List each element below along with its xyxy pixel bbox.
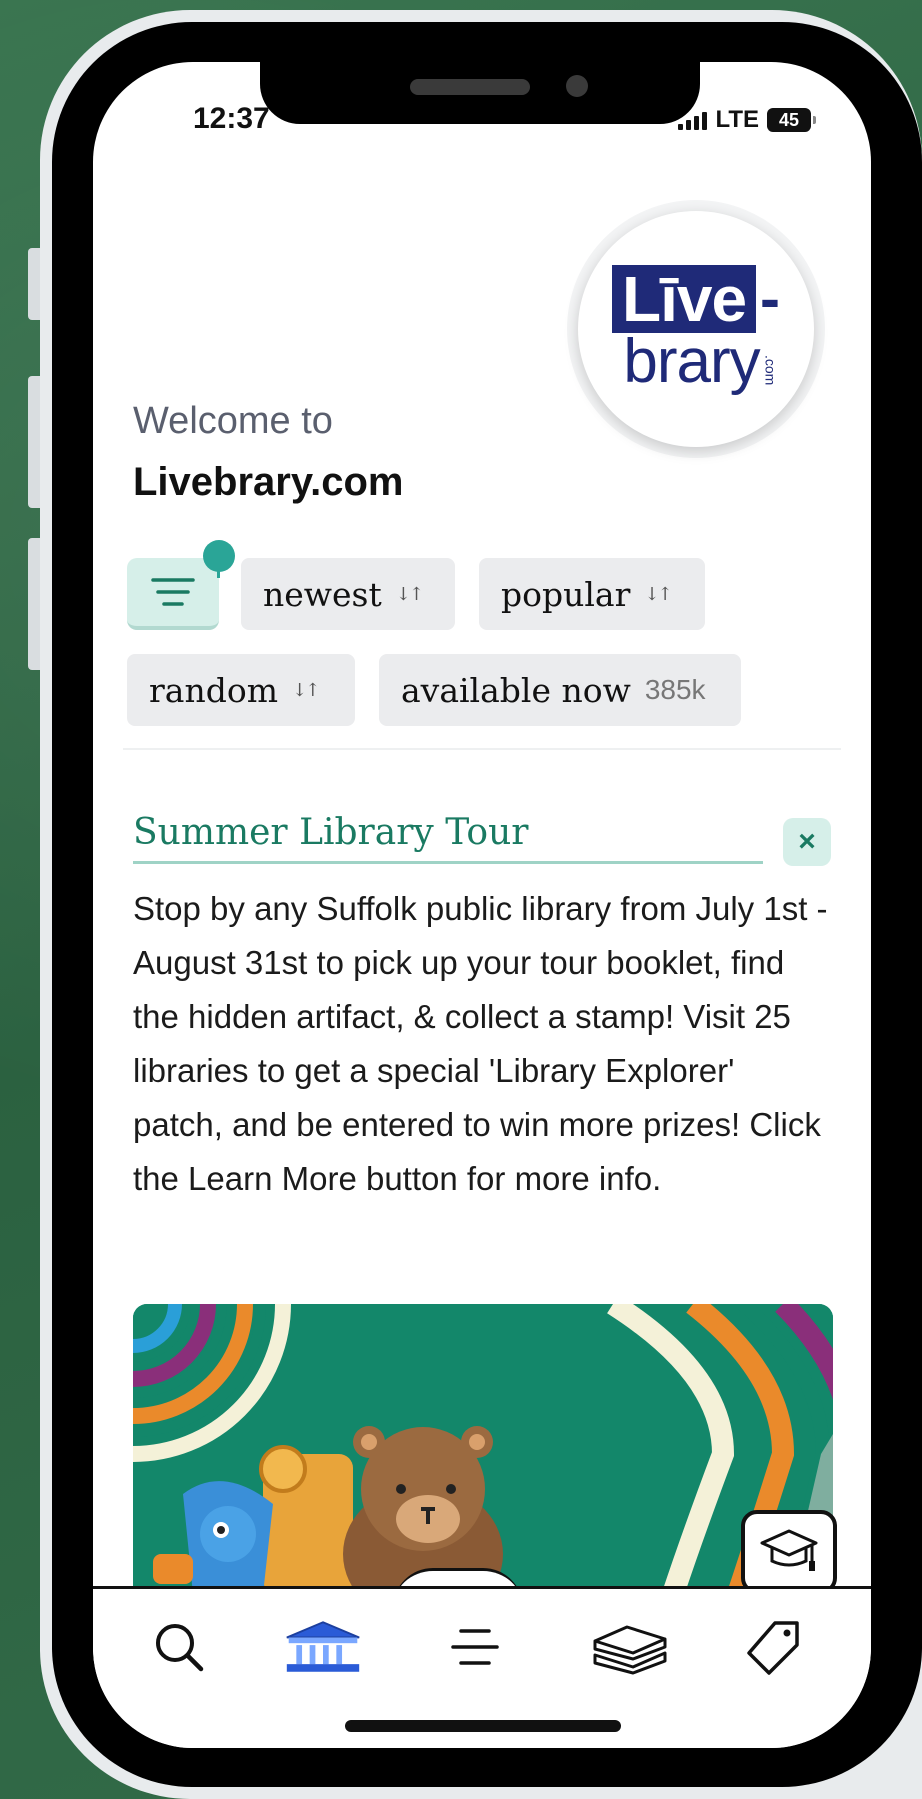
tag-icon	[747, 1621, 799, 1675]
sort-arrows-icon: ↓↑	[644, 583, 672, 605]
logo-live: Līve	[611, 265, 757, 333]
home-indicator[interactable]	[345, 1720, 621, 1732]
chip-newest[interactable]: newest ↓↑	[241, 558, 455, 630]
logo-com: .com	[762, 354, 779, 385]
site-name: Livebrary.com	[133, 460, 404, 504]
announcement-body: Stop by any Suffolk public library from …	[133, 890, 828, 1197]
phone-screen: 12:37 LTE 45 Līve - brary .com Welcome t…	[93, 62, 871, 1748]
notch	[260, 62, 700, 124]
signal-icon	[678, 110, 708, 130]
available-count: 385k	[644, 674, 706, 705]
logo-dash: -	[760, 265, 781, 332]
status-time: 12:37	[193, 102, 270, 135]
nav-library[interactable]	[283, 1612, 363, 1682]
chip-label: random	[149, 670, 278, 710]
menu-icon	[451, 1629, 499, 1665]
search-icon	[156, 1624, 204, 1672]
chip-label: popular	[501, 574, 631, 614]
divider	[123, 748, 841, 750]
books-stack-icon	[593, 1625, 667, 1675]
library-building-icon	[286, 1621, 360, 1672]
tutor-help-button[interactable]	[741, 1510, 837, 1594]
filter-lines-icon	[151, 578, 195, 606]
nav-search[interactable]	[139, 1612, 219, 1682]
welcome-text: Welcome to	[133, 400, 333, 442]
chip-popular[interactable]: popular ↓↑	[479, 558, 705, 630]
filter-button[interactable]	[127, 558, 219, 630]
banner-illustration	[133, 1304, 833, 1594]
chip-label: available now	[401, 670, 631, 710]
sort-arrows-icon: ↓↑	[395, 583, 424, 605]
close-announcement-button[interactable]: ×	[783, 818, 831, 866]
battery-icon: 45	[767, 108, 816, 132]
announcement-title: Summer Library Tour	[133, 812, 763, 864]
chip-available-now[interactable]: available now 385k	[379, 654, 741, 726]
nav-books[interactable]	[589, 1612, 669, 1682]
livebrary-logo: Līve - brary .com	[578, 211, 814, 447]
sort-arrows-icon: ↓↑	[292, 679, 320, 701]
chip-label: newest	[263, 574, 382, 614]
camera	[566, 75, 588, 97]
network-type: LTE	[715, 106, 759, 133]
logo-brary: brary	[623, 327, 760, 396]
logo-badge[interactable]: Līve - brary .com	[567, 200, 825, 458]
battery-level: 45	[778, 109, 800, 130]
status-indicators: LTE 45	[678, 106, 816, 134]
chip-random[interactable]: random ↓↑	[127, 654, 355, 726]
nav-menu[interactable]	[435, 1612, 515, 1682]
summer-tour-banner[interactable]	[133, 1304, 833, 1594]
nav-tags[interactable]	[735, 1612, 815, 1682]
filter-notification-dot	[203, 540, 235, 578]
graduation-cap-icon	[760, 1529, 818, 1571]
speaker	[410, 79, 530, 95]
close-icon: ×	[798, 825, 816, 858]
